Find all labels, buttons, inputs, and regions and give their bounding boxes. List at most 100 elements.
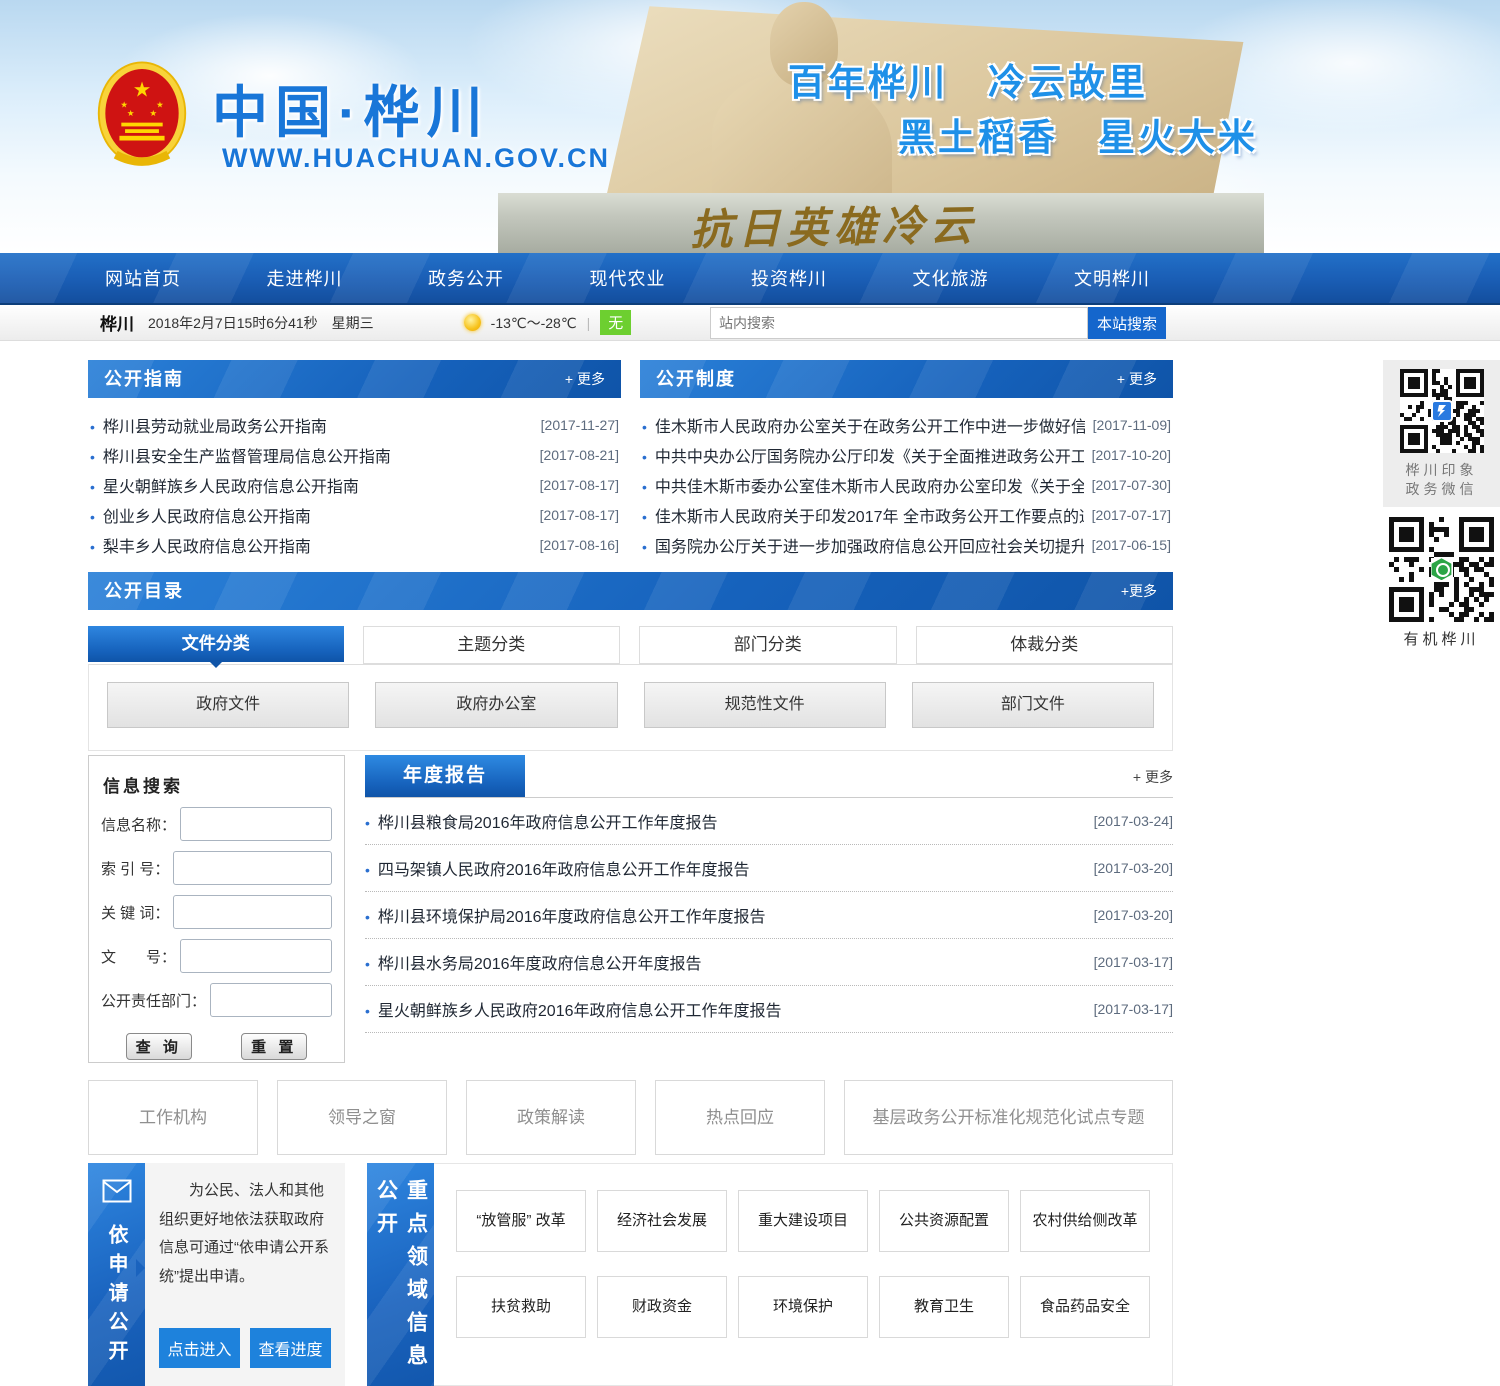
query-button[interactable]: 查 询 bbox=[126, 1033, 192, 1060]
article-link[interactable]: 桦川县水务局2016年度政府信息公开年度报告 bbox=[365, 950, 1094, 974]
info-search-form: 信息搜索 信息名称： 索 引 号： 关 键 词： 文 号： 公开责任部门： 查 … bbox=[88, 755, 345, 1063]
key-areas-grid: “放管服” 改革 经济社会发展 重大建设项目 公共资源配置 农村供给侧改革 扶贫… bbox=[434, 1163, 1173, 1386]
field-label-docnum: 文 号： bbox=[101, 946, 176, 967]
apply-progress-button[interactable]: 查看进度 bbox=[250, 1328, 331, 1368]
article-date: [2017-11-27] bbox=[541, 417, 619, 433]
list-item: 四马架镇人民政府2016年政府信息公开工作年度报告[2017-03-20] bbox=[365, 845, 1173, 892]
article-link[interactable]: 中共佳木斯市委办公室佳木斯市人民政府办公室印发《关于全面 bbox=[642, 473, 1084, 497]
quick-link-grassroots-pilot[interactable]: 基层政务公开标准化规范化试点专题 bbox=[844, 1080, 1173, 1155]
nav-item-culture[interactable]: 文化旅游 bbox=[903, 265, 999, 291]
article-link[interactable]: 国务院办公厅关于进一步加强政府信息公开回应社会关切提升政 bbox=[642, 533, 1084, 557]
national-emblem-logo: ★ ★ ★ ★ ★ bbox=[95, 60, 189, 174]
nav-item-civilized[interactable]: 文明桦川 bbox=[1064, 265, 1160, 291]
banner-slogan-1: 百年桦川 冷云故里 bbox=[788, 52, 1148, 106]
tab-topic-category[interactable]: 主题分类 bbox=[363, 626, 621, 664]
key-area-fangguanfu-reform[interactable]: “放管服” 改革 bbox=[456, 1190, 586, 1252]
tab-genre-category[interactable]: 体裁分类 bbox=[916, 626, 1174, 664]
reset-button[interactable]: 重 置 bbox=[241, 1033, 307, 1060]
article-date: [2017-03-17] bbox=[1094, 1001, 1173, 1017]
more-link[interactable]: + 更多 bbox=[1117, 360, 1157, 398]
article-link[interactable]: 梨丰乡人民政府信息公开指南 bbox=[90, 533, 532, 557]
divider: | bbox=[587, 315, 591, 331]
article-link[interactable]: 桦川县粮食局2016年政府信息公开工作年度报告 bbox=[365, 809, 1094, 833]
datetime-label: 2018年2月7日15时6分41秒 bbox=[148, 313, 318, 333]
panel-title: 年度报告 bbox=[365, 755, 525, 797]
article-link[interactable]: 桦川县安全生产监督管理局信息公开指南 bbox=[90, 443, 532, 467]
key-area-fiscal-funds[interactable]: 财政资金 bbox=[597, 1276, 727, 1338]
svg-text:★: ★ bbox=[156, 100, 164, 110]
list-item: 桦川县安全生产监督管理局信息公开指南[2017-08-21] bbox=[90, 440, 619, 470]
document-number-field[interactable] bbox=[180, 939, 332, 973]
catalog-button-normative-files[interactable]: 规范性文件 bbox=[644, 682, 886, 728]
form-title: 信息搜索 bbox=[103, 772, 332, 797]
key-area-environment[interactable]: 环境保护 bbox=[738, 1276, 868, 1338]
more-link[interactable]: + 更多 bbox=[565, 360, 605, 398]
info-name-field[interactable] bbox=[180, 807, 332, 841]
svg-text:★: ★ bbox=[133, 78, 152, 101]
list-item: 桦川县粮食局2016年政府信息公开工作年度报告[2017-03-24] bbox=[365, 798, 1173, 845]
article-link[interactable]: 中共中央办公厅国务院办公厅印发《关于全面推进政务公开工作 bbox=[642, 443, 1084, 467]
article-date: [2017-07-17] bbox=[1092, 507, 1171, 523]
index-number-field[interactable] bbox=[173, 851, 332, 885]
list-item: 桦川县水务局2016年度政府信息公开年度报告[2017-03-17] bbox=[365, 939, 1173, 986]
list-item: 佳木斯市人民政府办公室关于在政务公开工作中进一步做好信息[2017-11-09] bbox=[642, 410, 1171, 440]
key-area-economic-development[interactable]: 经济社会发展 bbox=[597, 1190, 727, 1252]
article-date: [2017-03-17] bbox=[1094, 954, 1173, 970]
catalog-button-department-files[interactable]: 部门文件 bbox=[912, 682, 1154, 728]
article-link[interactable]: 星火朝鲜族乡人民政府信息公开指南 bbox=[90, 473, 532, 497]
site-search-button[interactable]: 本站搜索 bbox=[1088, 307, 1166, 339]
quick-link-work-agencies[interactable]: 工作机构 bbox=[88, 1080, 258, 1155]
search-input[interactable] bbox=[710, 307, 1088, 339]
panel-annual-reports: 年度报告 + 更多 桦川县粮食局2016年政府信息公开工作年度报告[2017-0… bbox=[365, 755, 1173, 1063]
key-area-food-drug-safety[interactable]: 食品药品安全 bbox=[1020, 1276, 1150, 1338]
list-item: 梨丰乡人民政府信息公开指南 [2017-08-16] bbox=[90, 530, 619, 560]
nav-item-gov-affairs[interactable]: 政务公开 bbox=[418, 265, 514, 291]
key-area-poverty-relief[interactable]: 扶贫救助 bbox=[456, 1276, 586, 1338]
field-label-name: 信息名称： bbox=[101, 814, 176, 835]
responsible-department-field[interactable] bbox=[210, 983, 332, 1017]
list-item: 星火朝鲜族乡人民政府信息公开指南[2017-08-17] bbox=[90, 470, 619, 500]
key-area-public-resources[interactable]: 公共资源配置 bbox=[879, 1190, 1009, 1252]
apply-enter-button[interactable]: 点击进入 bbox=[159, 1328, 240, 1368]
key-area-major-projects[interactable]: 重大建设项目 bbox=[738, 1190, 868, 1252]
list-item: 国务院办公厅关于进一步加强政府信息公开回应社会关切提升政 [2017-06-15] bbox=[642, 530, 1171, 560]
article-date: [2017-06-15] bbox=[1092, 537, 1171, 553]
site-title: 中国·桦川 bbox=[212, 68, 490, 149]
key-area-rural-supply-reform[interactable]: 农村供给侧改革 bbox=[1020, 1190, 1150, 1252]
catalog-button-gov-files[interactable]: 政府文件 bbox=[107, 682, 349, 728]
key-areas-vertical-banner: 重点领域信息公开 bbox=[367, 1163, 434, 1386]
article-link[interactable]: 创业乡人民政府信息公开指南 bbox=[90, 503, 532, 527]
nav-item-about[interactable]: 走进桦川 bbox=[257, 265, 353, 291]
organic-qr-card: 有机桦川 bbox=[1383, 517, 1500, 649]
quick-link-hot-responses[interactable]: 热点回应 bbox=[655, 1080, 825, 1155]
article-link[interactable]: 桦川县环境保护局2016年度政府信息公开工作年度报告 bbox=[365, 903, 1094, 927]
article-link[interactable]: 四马架镇人民政府2016年政府信息公开工作年度报告 bbox=[365, 856, 1094, 880]
key-areas-vertical-title: 重点领域信息公开 bbox=[371, 1179, 431, 1386]
panel-title: 公开指南 bbox=[104, 360, 184, 398]
quick-link-policy-interpretation[interactable]: 政策解读 bbox=[466, 1080, 636, 1155]
envelope-icon bbox=[102, 1179, 132, 1208]
article-link[interactable]: 桦川县劳动就业局政务公开指南 bbox=[90, 413, 533, 437]
panel-open-catalog: 公开目录 +更多 文件分类 主题分类 部门分类 体裁分类 政府文件 政府办公室 … bbox=[88, 572, 1173, 751]
qr-label-line2: 政务微信 bbox=[1389, 480, 1494, 499]
nav-item-invest[interactable]: 投资桦川 bbox=[741, 265, 837, 291]
key-area-education-health[interactable]: 教育卫生 bbox=[879, 1276, 1009, 1338]
article-link[interactable]: 佳木斯市人民政府关于印发2017年 全市政务公开工作要点的通知 bbox=[642, 503, 1084, 527]
more-link[interactable]: +更多 bbox=[1121, 572, 1157, 610]
more-link[interactable]: + 更多 bbox=[1133, 767, 1173, 787]
tab-file-category[interactable]: 文件分类 bbox=[88, 626, 344, 662]
keyword-field[interactable] bbox=[173, 895, 332, 929]
article-link[interactable]: 佳木斯市人民政府办公室关于在政务公开工作中进一步做好信息 bbox=[642, 413, 1085, 437]
article-date: [2017-03-20] bbox=[1094, 907, 1173, 923]
catalog-button-gov-office[interactable]: 政府办公室 bbox=[375, 682, 617, 728]
quick-link-leaders[interactable]: 领导之窗 bbox=[277, 1080, 447, 1155]
list-item: 桦川县劳动就业局政务公开指南 [2017-11-27] bbox=[90, 410, 619, 440]
site-url: WWW.HUACHUAN.GOV.CN bbox=[222, 143, 610, 174]
article-link[interactable]: 星火朝鲜族乡人民政府2016年政府信息公开工作年度报告 bbox=[365, 997, 1094, 1021]
nav-item-agriculture[interactable]: 现代农业 bbox=[580, 265, 676, 291]
article-date: [2017-08-16] bbox=[540, 537, 619, 553]
svg-text:★: ★ bbox=[127, 108, 135, 118]
city-label: 桦川 bbox=[100, 310, 134, 335]
tab-department-category[interactable]: 部门分类 bbox=[639, 626, 897, 664]
nav-item-home[interactable]: 网站首页 bbox=[95, 265, 191, 291]
